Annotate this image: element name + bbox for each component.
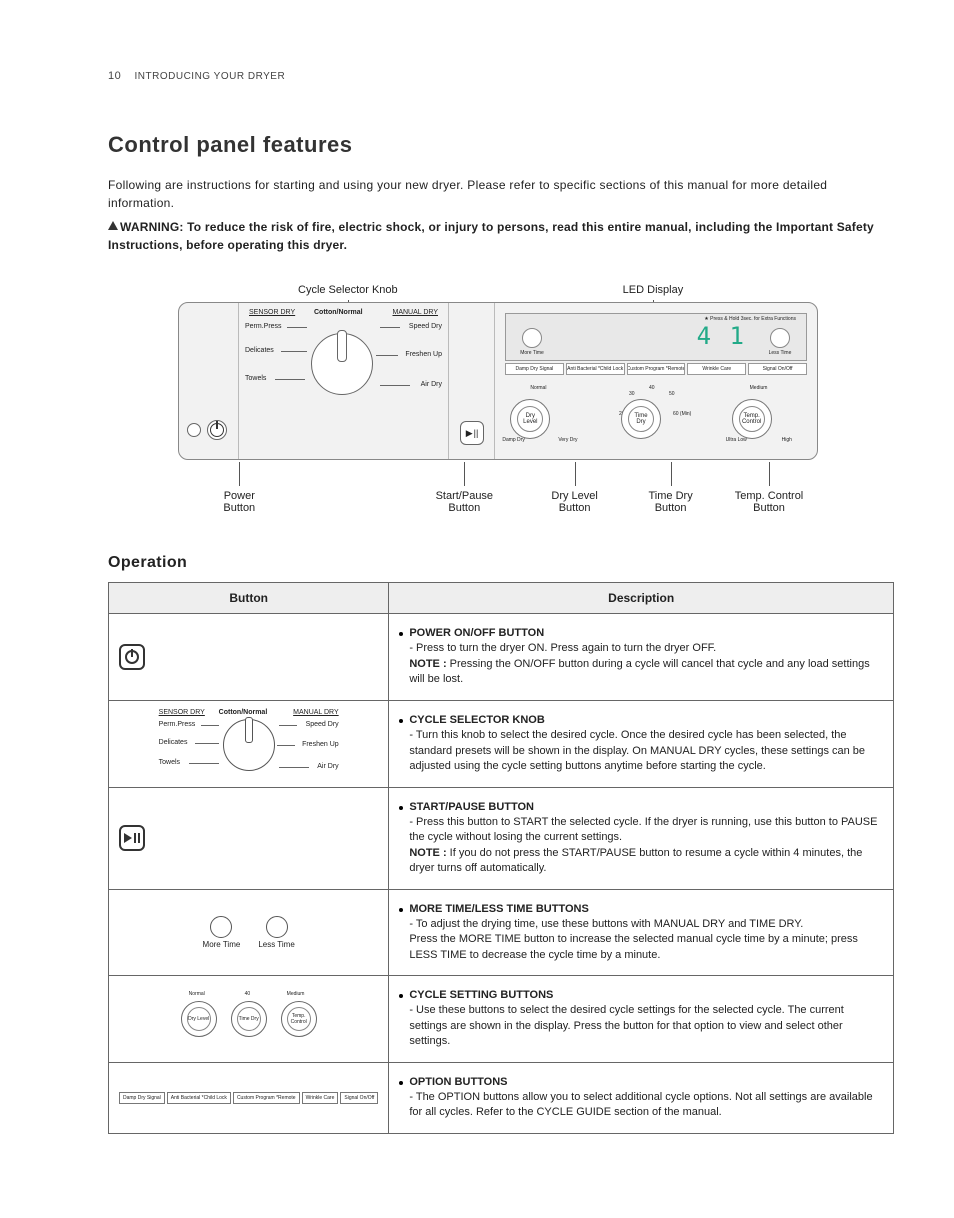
row-cs-title: CYCLE SETTING BUTTONS (409, 989, 553, 1001)
time-dry-button[interactable]: Time Dry (621, 399, 661, 439)
th-button: Button (109, 583, 389, 614)
smart-diagnosis-icon (187, 423, 201, 437)
row-knob-title: CYCLE SELECTOR KNOB (409, 714, 544, 726)
control-panel-diagram: Cycle Selector Knob LED Display SENSOR D… (178, 284, 818, 514)
warning-text: WARNING: To reduce the risk of fire, ele… (108, 218, 894, 254)
cycle-freshen-up: Freshen Up (405, 351, 442, 358)
row-start-pause: START/PAUSE BUTTON - Press this button t… (109, 787, 894, 889)
manual-dry-heading: MANUAL DRY (392, 309, 438, 316)
opt-signal-onoff[interactable]: Signal On/Off (748, 363, 807, 375)
drylevel-left: Damp Dry (502, 437, 525, 443)
opt-custom-program[interactable]: Custom Program *Remote (627, 363, 686, 375)
dry-level-button[interactable]: Dry Level (510, 399, 550, 439)
opt-anti-bacterial[interactable]: Anti Bacterial *Child Lock (566, 363, 625, 375)
start-pause-button[interactable]: ▶|| (460, 421, 484, 445)
time-display: 4 1 (697, 322, 746, 350)
row-cycle-setting: Normal Dry Level 40 Time Dry Medium Temp… (109, 976, 894, 1063)
temp-control-button[interactable]: Temp. Control (732, 399, 772, 439)
more-less-icon: More Time Less Time (119, 916, 378, 949)
temp-right: High (782, 437, 792, 443)
label-start-pause-button: Start/Pause Button (421, 490, 509, 514)
power-button[interactable] (207, 420, 227, 440)
option-buttons-icon: Damp Dry Signal Anti Bacterial *Child Lo… (119, 1092, 378, 1104)
start-pause-icon (119, 825, 145, 851)
row-power: POWER ON/OFF BUTTON - Press to turn the … (109, 614, 894, 701)
row-opt-line: - The OPTION buttons allow you to select… (409, 1091, 872, 1118)
warning-content: WARNING: To reduce the risk of fire, ele… (108, 220, 874, 252)
page-header: 10 INTRODUCING YOUR DRYER (108, 70, 894, 82)
cycle-cotton-normal: Cotton/Normal (314, 309, 363, 316)
row-opt-title: OPTION BUTTONS (409, 1076, 507, 1088)
power-button-icon (119, 644, 145, 670)
row-sp-line: - Press this button to START the selecte… (409, 816, 877, 843)
control-panel: SENSOR DRY MANUAL DRY Cotton/Normal Perm… (178, 302, 818, 460)
warning-icon (108, 221, 118, 230)
temp-left: Ultra Low (726, 437, 747, 443)
cycle-delicates: Delicates (245, 347, 274, 354)
drylevel-right: Very Dry (558, 437, 577, 443)
row-sp-note: NOTE : If you do not press the START/PAU… (409, 847, 862, 874)
row-cs-line: - Use these buttons to select the desire… (409, 1004, 844, 1047)
opt-wrinkle-care[interactable]: Wrinkle Care (687, 363, 746, 375)
cycle-perm-press: Perm.Press (245, 323, 282, 330)
opt-damp-dry-signal[interactable]: Damp Dry Signal (505, 363, 564, 375)
less-time-label: Less Time (768, 350, 792, 356)
label-dry-level-button: Dry Level Button (536, 490, 613, 514)
operation-table: Button Description POWER ON/OFF BUTTON -… (108, 582, 894, 1134)
row-sp-title: START/PAUSE BUTTON (409, 801, 534, 813)
label-cycle-selector-knob: Cycle Selector Knob (298, 284, 398, 296)
timedry-50: 50 (669, 391, 675, 397)
row-power-title: POWER ON/OFF BUTTON (409, 627, 544, 639)
timedry-top: 40 (649, 385, 655, 391)
row-more-less: More Time Less Time MORE TIME/LESS TIME … (109, 889, 894, 976)
section-title: Control panel features (108, 132, 894, 158)
row-cycle-selector: SENSOR DRY MANUAL DRY Cotton/Normal Perm… (109, 700, 894, 787)
more-time-button[interactable] (522, 328, 542, 348)
page-number: 10 (108, 70, 121, 82)
timedry-60: 60 (Min) (673, 411, 691, 417)
th-description: Description (389, 583, 894, 614)
cycle-speed-dry: Speed Dry (409, 323, 442, 330)
row-option: Damp Dry Signal Anti Bacterial *Child Lo… (109, 1062, 894, 1133)
row-ml-title: MORE TIME/LESS TIME BUTTONS (409, 903, 588, 915)
more-time-label: More Time (520, 350, 544, 356)
temp-top: Medium (750, 385, 768, 391)
cycle-selector-knob[interactable] (311, 333, 373, 395)
intro-text: Following are instructions for starting … (108, 176, 894, 212)
cycle-setting-icon: Normal Dry Level 40 Time Dry Medium Temp… (119, 1001, 378, 1037)
row-power-note: NOTE : Pressing the ON/OFF button during… (409, 658, 869, 685)
row-power-line: - Press to turn the dryer ON. Press agai… (409, 642, 716, 654)
timedry-30: 30 (629, 391, 635, 397)
row-ml-line2: Press the MORE TIME button to increase t… (409, 933, 858, 960)
row-knob-line: - Turn this knob to select the desired c… (409, 729, 865, 772)
sensor-dry-heading: SENSOR DRY (249, 309, 295, 316)
page-section: INTRODUCING YOUR DRYER (135, 71, 286, 82)
less-time-button[interactable] (770, 328, 790, 348)
cycle-selector-icon: SENSOR DRY MANUAL DRY Cotton/Normal Perm… (159, 709, 339, 779)
label-led-display: LED Display (623, 284, 684, 296)
cycle-towels: Towels (245, 375, 266, 382)
operation-heading: Operation (108, 554, 894, 572)
option-button-row: Damp Dry Signal Anti Bacterial *Child Lo… (505, 363, 807, 375)
label-power-button: Power Button (208, 490, 271, 514)
label-time-dry-button: Time Dry Button (633, 490, 708, 514)
drylevel-top: Normal (530, 385, 546, 391)
cycle-air-dry: Air Dry (421, 381, 442, 388)
led-display: ★ Press & Hold 3sec. for Extra Functions… (505, 313, 807, 361)
row-ml-line1: - To adjust the drying time, use these b… (409, 918, 803, 930)
label-temp-control-button: Temp. Control Button (720, 490, 818, 514)
